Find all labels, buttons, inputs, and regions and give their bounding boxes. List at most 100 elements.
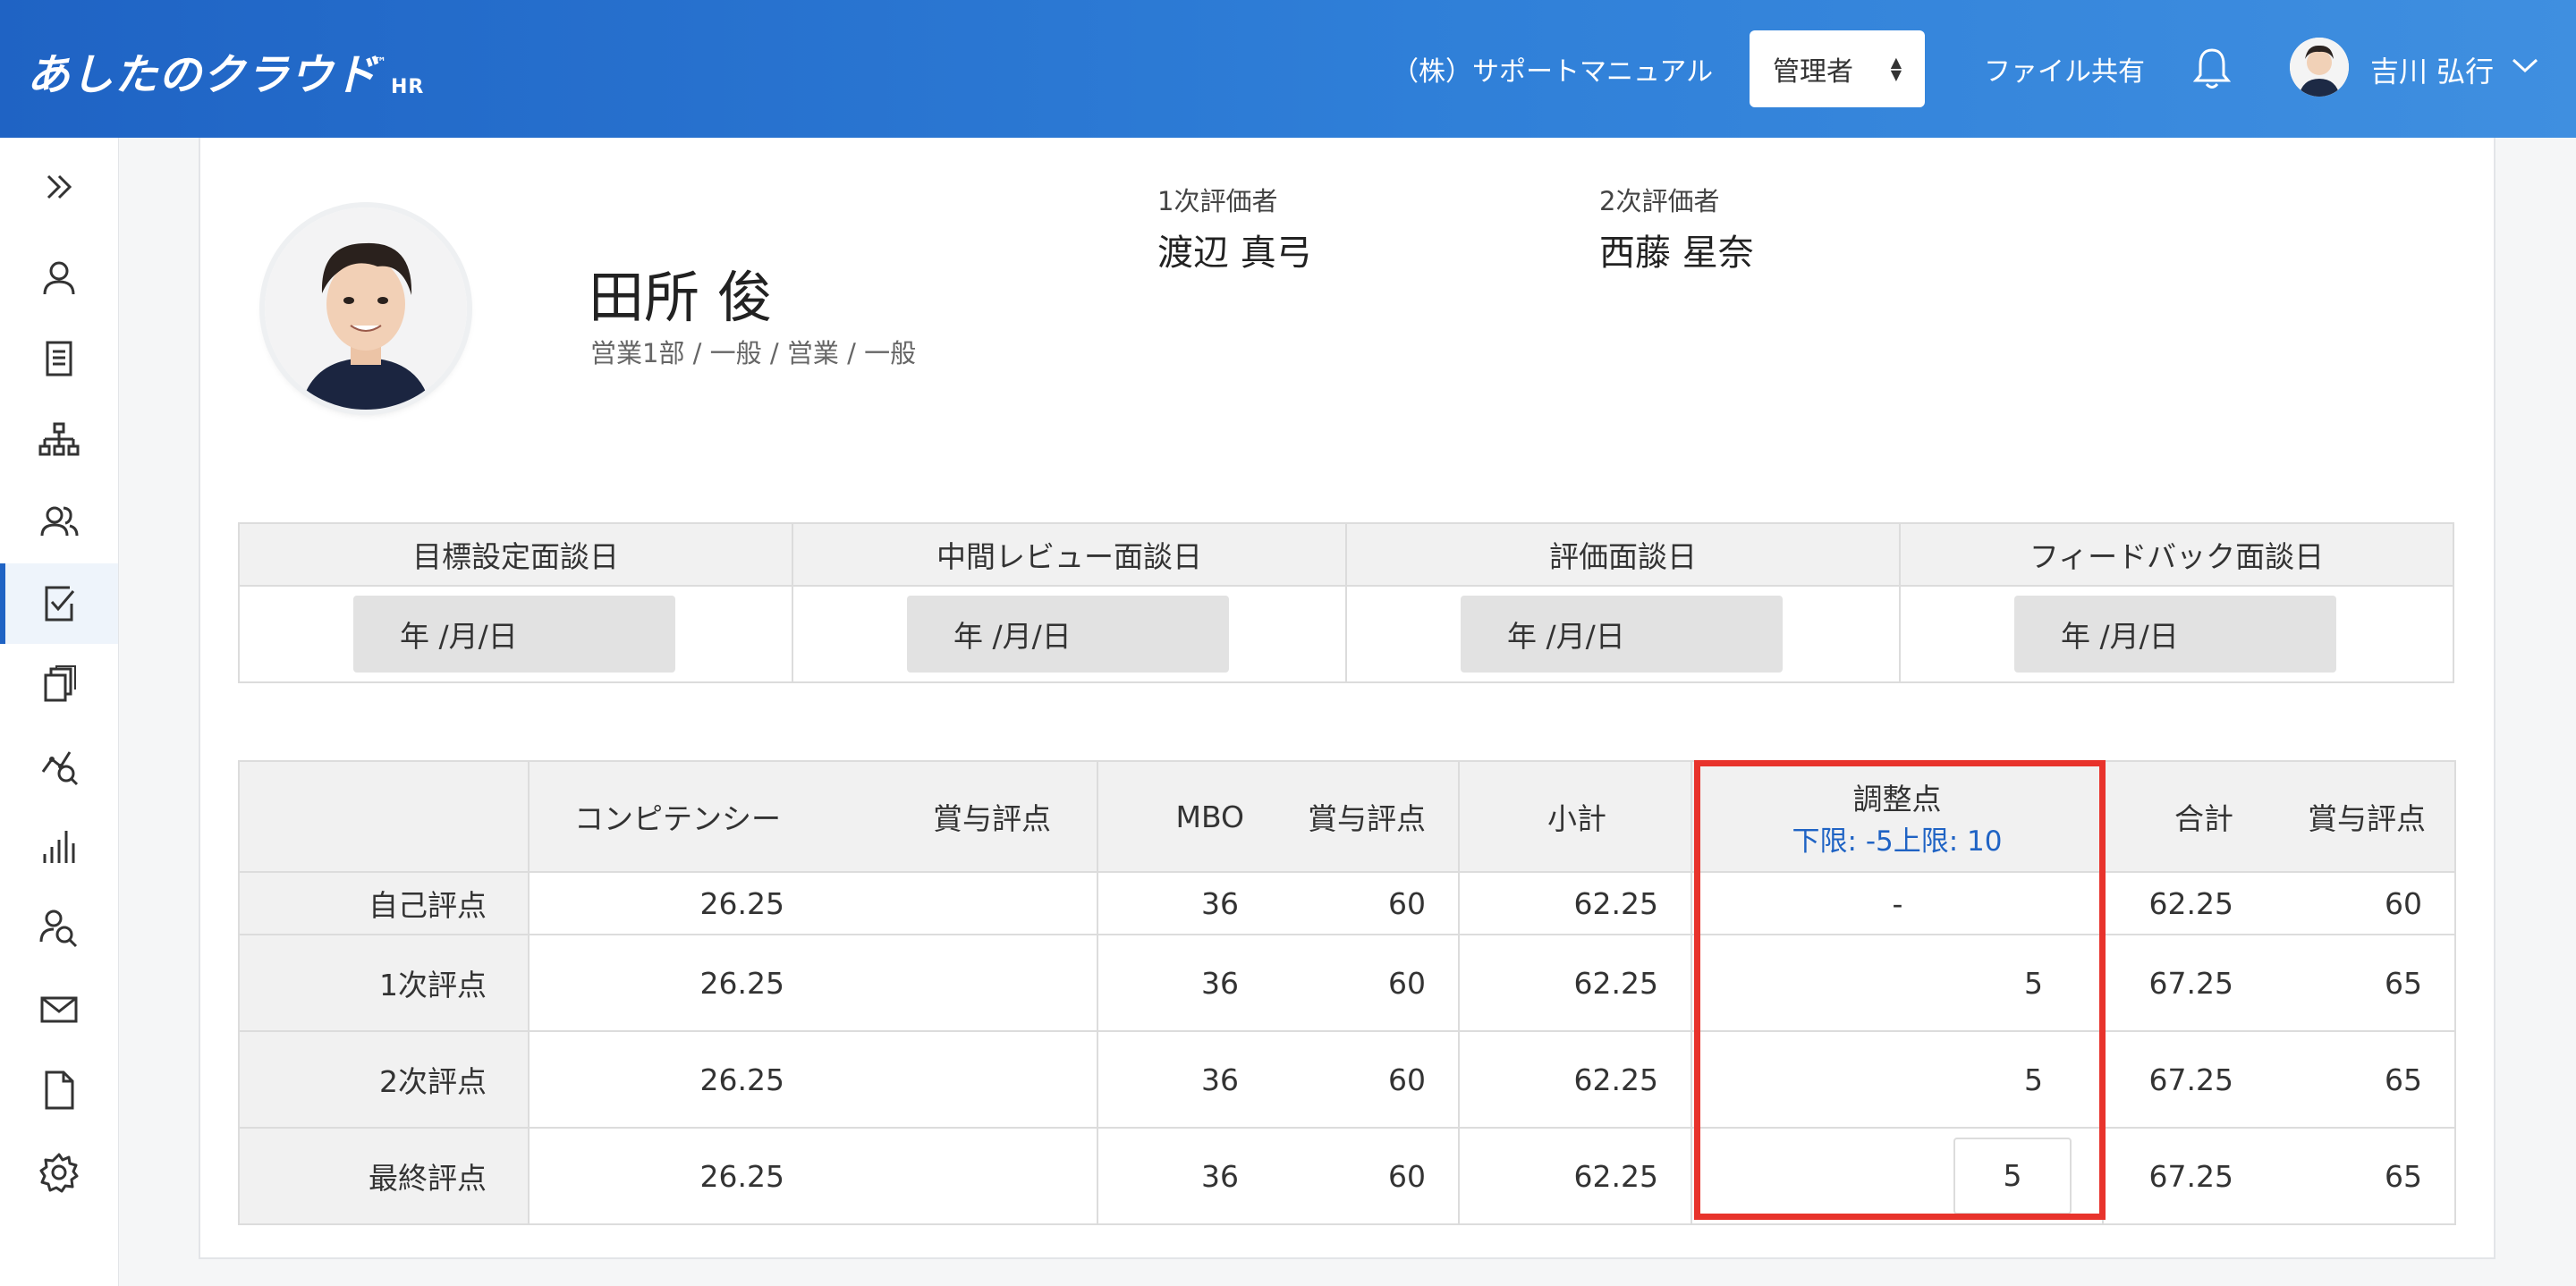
sidebar-item-reports[interactable] <box>0 807 118 887</box>
second-evaluator-name: 西藤 星奈 <box>1599 233 1754 274</box>
bar-chart-icon <box>43 831 75 863</box>
adjustment-score: - <box>1690 871 2104 935</box>
header-adjustment-title: 調整点 <box>1852 781 1942 816</box>
competency-score: 26.25 <box>528 871 817 935</box>
file-icon <box>45 1070 74 1110</box>
feedback-date-input[interactable]: 年 /月/日 <box>2014 596 2336 673</box>
header-competency: コンピテンシー <box>528 760 817 873</box>
total-score: 62.25 <box>2102 871 2233 935</box>
header-subtotal: 小計 <box>1458 760 1692 873</box>
score-row-first: 1次評点 26.25 36 60 62.25 5 67.25 65 <box>238 934 2456 1032</box>
header-total: 合計 <box>2102 760 2233 873</box>
person-icon <box>43 261 75 295</box>
interview-cell: 年 /月/日 <box>1899 585 2454 683</box>
sidebar-item-settings[interactable] <box>0 1132 118 1213</box>
competency-score: 26.25 <box>528 934 817 1032</box>
employee-name: 田所 俊 <box>589 265 773 330</box>
competency-bonus-score <box>817 1127 1098 1225</box>
midterm-date-input[interactable]: 年 /月/日 <box>907 596 1229 673</box>
sidebar-item-documents[interactable] <box>0 318 118 399</box>
subtotal-score: 62.25 <box>1458 1030 1692 1129</box>
evaluation-date-input[interactable]: 年 /月/日 <box>1461 596 1783 673</box>
role-select[interactable]: 管理者 ▲ ▼ <box>1750 30 1925 107</box>
total-bonus-score: 65 <box>2233 1127 2456 1225</box>
interview-header-midterm: 中間レビュー面談日 <box>792 522 1347 587</box>
header-competency-bonus: 賞与評点 <box>817 760 1098 873</box>
first-evaluator-name: 渡辺 真弓 <box>1157 233 1312 274</box>
company-name: （株）サポートマニュアル <box>1392 56 1714 88</box>
sidebar-item-analysis[interactable] <box>0 726 118 807</box>
interview-header-goal: 目標設定面談日 <box>238 522 793 587</box>
mbo-bonus-score: 60 <box>1271 1030 1460 1129</box>
employee-avatar <box>265 207 467 410</box>
mbo-bonus-score: 60 <box>1271 871 1460 935</box>
row-label: 1次評点 <box>238 934 530 1032</box>
mbo-bonus-score: 60 <box>1271 1127 1460 1225</box>
competency-bonus-score <box>817 871 1098 935</box>
subtotal-score: 62.25 <box>1458 1127 1692 1225</box>
app-logo[interactable]: あしたのクラウド™HR <box>27 39 424 102</box>
sidebar <box>0 138 119 1286</box>
sidebar-item-evaluation[interactable] <box>0 563 118 644</box>
bell-icon[interactable] <box>2191 45 2233 91</box>
row-label: 最終評点 <box>238 1127 530 1225</box>
row-label: 2次評点 <box>238 1030 530 1129</box>
interview-cell: 年 /月/日 <box>792 585 1347 683</box>
sidebar-item-profile[interactable] <box>0 238 118 318</box>
total-bonus-score: 60 <box>2233 871 2456 935</box>
adjustment-score: 5 <box>1690 934 2104 1032</box>
org-chart-icon <box>38 422 80 456</box>
goal-date-input[interactable]: 年 /月/日 <box>353 596 675 673</box>
score-table: コンピテンシー 賞与評点 MBO 賞与評点 小計 調整点 下限: -5上限: 1… <box>238 760 2456 1225</box>
total-score: 67.25 <box>2102 934 2233 1032</box>
sidebar-expand-button[interactable] <box>0 147 118 227</box>
sidebar-item-files[interactable] <box>0 1050 118 1130</box>
total-bonus-score: 65 <box>2233 1030 2456 1129</box>
first-evaluator-label: 1次評価者 <box>1157 186 1278 216</box>
chevron-down-icon[interactable] <box>2510 55 2540 75</box>
row-label: 自己評点 <box>238 871 530 935</box>
header-adjustment: 調整点 下限: -5上限: 10 <box>1690 760 2104 873</box>
person-search-icon <box>39 910 78 948</box>
adjustment-cell: 5 <box>1690 1127 2104 1225</box>
score-row-second: 2次評点 26.25 36 60 62.25 5 67.25 65 <box>238 1030 2456 1129</box>
app-logo-text: あしたのクラウド <box>27 50 378 100</box>
top-header: あしたのクラウド™HR （株）サポートマニュアル 管理者 ▲ ▼ ファイル共有 吉… <box>0 0 2576 138</box>
app-logo-sub: HR <box>391 76 425 98</box>
sidebar-item-mail[interactable] <box>0 969 118 1050</box>
sidebar-item-search-people[interactable] <box>0 887 118 968</box>
gear-icon <box>39 1153 79 1193</box>
sidebar-item-organization[interactable] <box>0 401 118 481</box>
score-row-final: 最終評点 26.25 36 60 62.25 5 67.25 65 <box>238 1127 2456 1225</box>
file-share-link[interactable]: ファイル共有 <box>1984 49 2145 89</box>
role-select-value: 管理者 <box>1773 56 1853 88</box>
document-icon <box>46 341 72 376</box>
competency-bonus-score <box>817 934 1098 1032</box>
interview-cell: 年 /月/日 <box>238 585 793 683</box>
interview-header-evaluation: 評価面談日 <box>1345 522 1901 587</box>
user-avatar[interactable] <box>2290 38 2349 97</box>
sidebar-item-members[interactable] <box>0 481 118 562</box>
interview-date-table: 目標設定面談日 中間レビュー面談日 評価面談日 フィードバック面談日 年 /月/… <box>238 522 2454 683</box>
mbo-score: 36 <box>1097 871 1271 935</box>
sidebar-item-copy[interactable] <box>0 644 118 724</box>
people-icon <box>40 506 79 537</box>
header-total-bonus: 賞与評点 <box>2233 760 2456 873</box>
mbo-score: 36 <box>1097 1030 1271 1129</box>
total-score: 67.25 <box>2102 1127 2233 1225</box>
competency-score: 26.25 <box>528 1030 817 1129</box>
user-name[interactable]: 吉川 弘行 <box>2370 49 2494 90</box>
total-score: 67.25 <box>2102 1030 2233 1129</box>
interview-cell: 年 /月/日 <box>1345 585 1901 683</box>
final-adjustment-input[interactable]: 5 <box>1953 1138 2072 1214</box>
subtotal-score: 62.25 <box>1458 871 1692 935</box>
mbo-score: 36 <box>1097 934 1271 1032</box>
checklist-icon <box>45 586 75 622</box>
interview-header-feedback: フィードバック面談日 <box>1899 522 2454 587</box>
mbo-score: 36 <box>1097 1127 1271 1225</box>
app-logo-tm: ™ <box>374 55 388 70</box>
score-row-self: 自己評点 26.25 36 60 62.25 - 62.25 60 <box>238 871 2456 935</box>
header-mbo-bonus: 賞与評点 <box>1271 760 1460 873</box>
subtotal-score: 62.25 <box>1458 934 1692 1032</box>
employee-department: 営業1部 / 一般 / 営業 / 一般 <box>590 338 917 368</box>
